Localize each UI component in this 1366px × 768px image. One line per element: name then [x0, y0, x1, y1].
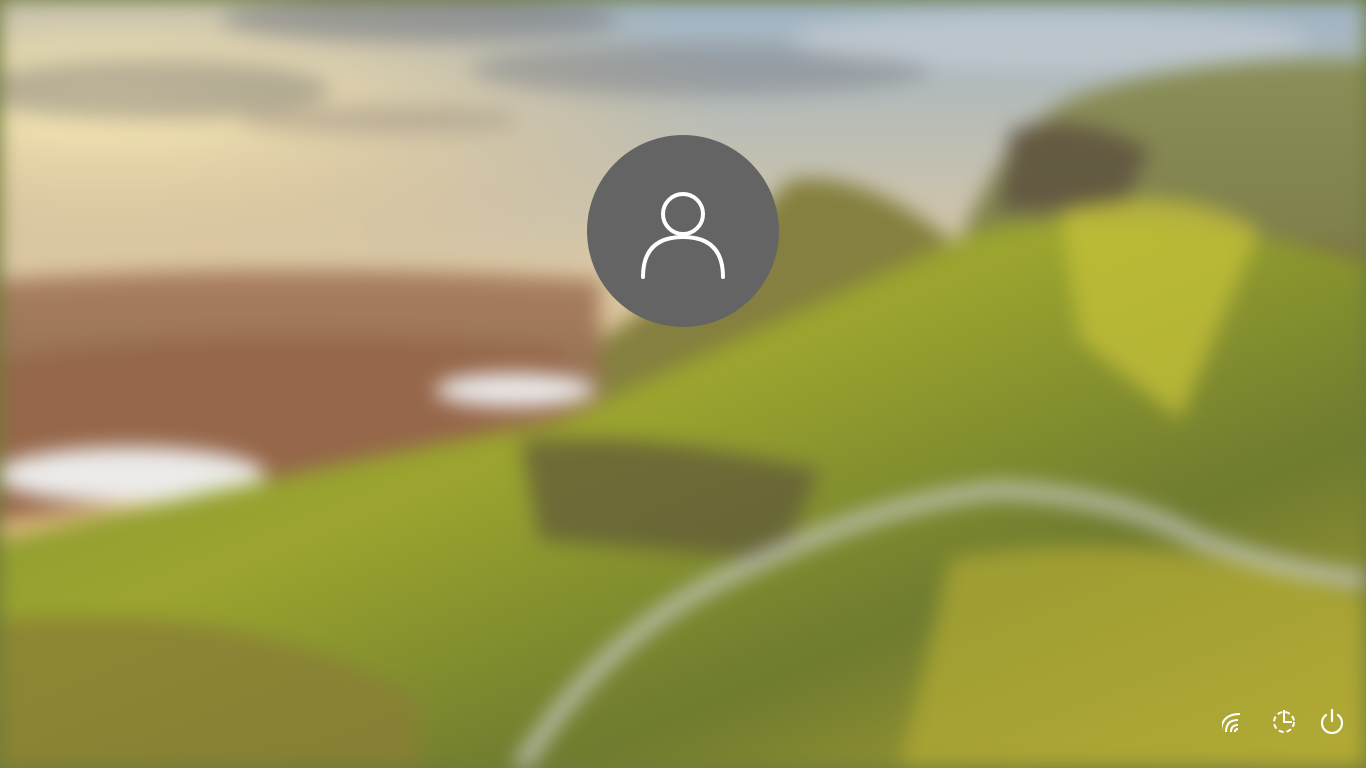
network-button[interactable] — [1218, 704, 1254, 740]
ease-of-access-icon — [1273, 710, 1295, 733]
system-tray — [1218, 704, 1350, 740]
user-avatar — [587, 135, 779, 327]
user-icon — [641, 192, 725, 279]
landscape-wallpaper — [0, 0, 1366, 768]
lock-screen — [0, 0, 1366, 768]
network-wifi-icon — [1222, 713, 1241, 733]
wallpaper-image — [0, 0, 1366, 768]
power-button[interactable] — [1314, 704, 1350, 740]
ease-of-access-button[interactable] — [1266, 704, 1302, 740]
power-icon — [1320, 708, 1344, 735]
